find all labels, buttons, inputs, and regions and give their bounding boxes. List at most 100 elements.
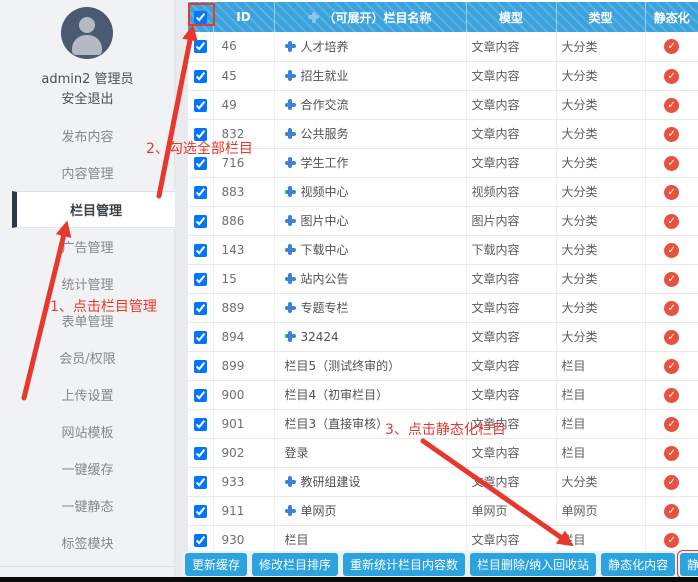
sidebar-item-default[interactable]: 标签模块	[0, 524, 175, 561]
sidebar-item-active[interactable]: 栏目管理	[12, 191, 175, 228]
row-checkbox[interactable]	[194, 505, 207, 518]
logout-link[interactable]: 安全退出	[0, 88, 175, 107]
row-select-cell	[188, 409, 213, 438]
sidebar-item-default[interactable]: 会员/权限	[0, 339, 175, 376]
check-circle-icon[interactable]: ✓	[664, 446, 679, 461]
sidebar-item-default[interactable]: 内容管理	[0, 154, 175, 191]
row-checkbox[interactable]	[194, 99, 207, 112]
check-circle-icon[interactable]: ✓	[664, 185, 679, 200]
row-name-cell: 学生工作	[274, 148, 466, 177]
sidebar-item-default[interactable]: 上传设置	[0, 376, 175, 413]
row-model: 视频内容	[466, 177, 556, 206]
expand-plus-icon[interactable]	[285, 41, 296, 52]
footer-button[interactable]: 栏目删除/纳入回收站	[470, 553, 596, 576]
row-checkbox[interactable]	[194, 476, 207, 489]
check-circle-icon[interactable]: ✓	[664, 533, 679, 548]
expand-plus-icon[interactable]	[285, 331, 296, 342]
row-name: 学生工作	[301, 156, 349, 170]
row-name-cell: 下载中心	[274, 235, 466, 264]
check-circle-icon[interactable]: ✓	[664, 301, 679, 316]
row-name-cell: 教研组建设	[274, 467, 466, 496]
row-checkbox[interactable]	[194, 447, 207, 460]
row-type: 单网页	[556, 496, 645, 525]
expand-plus-icon[interactable]	[285, 186, 296, 197]
row-checkbox[interactable]	[194, 360, 207, 373]
expand-plus-icon[interactable]	[285, 302, 296, 313]
sidebar-item-default[interactable]: 一键静态	[0, 487, 175, 524]
check-circle-icon[interactable]: ✓	[664, 69, 679, 84]
expand-plus-icon[interactable]	[285, 99, 296, 110]
check-circle-icon[interactable]: ✓	[664, 214, 679, 229]
row-checkbox[interactable]	[194, 215, 207, 228]
sidebar-item-default[interactable]: 广告管理	[0, 228, 175, 265]
annotation-step1: 1、点击栏目管理	[50, 296, 157, 316]
check-circle-icon[interactable]: ✓	[664, 127, 679, 142]
row-name-cell: 栏目	[274, 525, 466, 554]
admin-page: admin2 管理员 安全退出 发布内容内容管理栏目管理广告管理统计管理表单管理…	[0, 0, 698, 582]
row-name-cell: 32424	[274, 322, 466, 351]
row-checkbox[interactable]	[194, 273, 207, 286]
expand-plus-icon[interactable]	[285, 215, 296, 226]
avatar-body-shape	[72, 35, 102, 55]
check-circle-icon[interactable]: ✓	[664, 330, 679, 345]
expand-plus-icon[interactable]	[285, 128, 296, 139]
footer-button[interactable]: 静态化栏目	[680, 553, 698, 576]
row-model: 图片内容	[466, 206, 556, 235]
row-checkbox[interactable]	[194, 244, 207, 257]
check-circle-icon[interactable]: ✓	[664, 475, 679, 490]
row-static-cell: ✓	[645, 525, 698, 554]
row-select-cell	[188, 525, 213, 554]
expand-plus-icon[interactable]	[285, 476, 296, 487]
row-static-cell: ✓	[645, 467, 698, 496]
sidebar-menu: 发布内容内容管理栏目管理广告管理统计管理表单管理会员/权限上传设置网站模板一键缓…	[0, 117, 175, 561]
row-name: 下载中心	[301, 243, 349, 257]
row-type: 大分类	[556, 264, 645, 293]
row-checkbox[interactable]	[194, 389, 207, 402]
row-name: 栏目3（直接审核）	[285, 417, 389, 431]
row-name-cell: 合作交流	[274, 90, 466, 119]
footer-button[interactable]: 重新统计栏目内容数	[343, 553, 465, 576]
table-row: 45 招生就业 文章内容 大分类 ✓	[188, 61, 698, 90]
sidebar-item-default[interactable]: 网站模板	[0, 413, 175, 450]
check-circle-icon[interactable]: ✓	[664, 243, 679, 258]
expand-plus-icon[interactable]	[285, 505, 296, 516]
expand-plus-icon[interactable]	[285, 70, 296, 81]
row-name-cell: 栏目5（测试终审的）	[274, 351, 466, 380]
check-circle-icon[interactable]: ✓	[664, 156, 679, 171]
table-row: 15 站内公告 文章内容 大分类 ✓	[188, 264, 698, 293]
sidebar-item-default[interactable]: 一键缓存	[0, 450, 175, 487]
row-checkbox[interactable]	[194, 302, 207, 315]
check-circle-icon[interactable]: ✓	[664, 504, 679, 519]
row-checkbox[interactable]	[194, 331, 207, 344]
footer-button[interactable]: 静态化内容	[601, 553, 675, 576]
check-circle-icon[interactable]: ✓	[664, 359, 679, 374]
footer-button[interactable]: 更新缓存	[185, 553, 247, 576]
row-checkbox[interactable]	[194, 157, 207, 170]
check-circle-icon[interactable]: ✓	[664, 272, 679, 287]
footer-button[interactable]: 修改栏目排序	[252, 553, 338, 576]
check-circle-icon[interactable]: ✓	[664, 417, 679, 432]
row-select-cell	[188, 206, 213, 235]
table-row: 143 下载中心 下载内容 大分类 ✓	[188, 235, 698, 264]
check-circle-icon[interactable]: ✓	[664, 388, 679, 403]
row-select-cell	[188, 322, 213, 351]
row-checkbox[interactable]	[194, 40, 207, 53]
row-select-cell	[188, 264, 213, 293]
expand-plus-icon[interactable]	[285, 273, 296, 284]
row-checkbox[interactable]	[194, 534, 207, 547]
row-id: 143	[213, 235, 274, 264]
row-checkbox[interactable]	[194, 70, 207, 83]
check-circle-icon[interactable]: ✓	[664, 39, 679, 54]
row-type: 栏目	[556, 380, 645, 409]
row-select-cell	[188, 293, 213, 322]
check-circle-icon[interactable]: ✓	[664, 98, 679, 113]
row-type: 大分类	[556, 61, 645, 90]
expand-plus-icon[interactable]	[285, 157, 296, 168]
row-id: 911	[213, 496, 274, 525]
row-static-cell: ✓	[645, 148, 698, 177]
row-checkbox[interactable]	[194, 418, 207, 431]
row-checkbox[interactable]	[194, 186, 207, 199]
column-table: ID （可展开）栏目名称 模型 类型 静态化 46 人才培养 文章内容 大分类	[188, 2, 698, 555]
expand-plus-icon[interactable]	[285, 244, 296, 255]
row-id: 899	[213, 351, 274, 380]
